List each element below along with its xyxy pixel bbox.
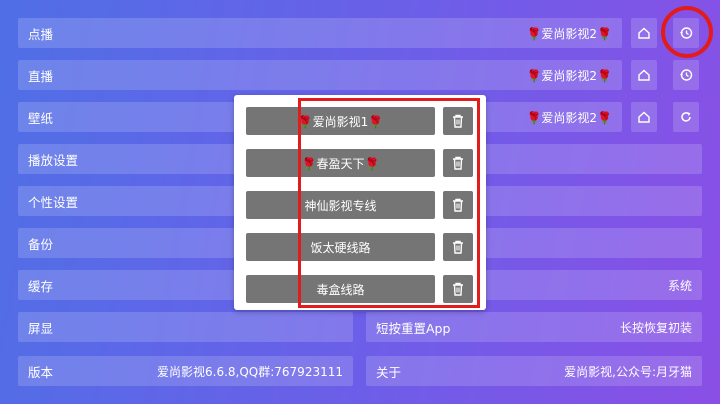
home-button-vod[interactable] bbox=[631, 18, 657, 48]
row-reset[interactable]: 短按重置App 长按恢复初装 bbox=[366, 312, 702, 342]
home-button-live[interactable] bbox=[631, 60, 657, 90]
row-value: 长按恢复初装 bbox=[619, 320, 692, 335]
history-button-live[interactable] bbox=[673, 60, 699, 90]
row-version[interactable]: 版本 爱尚影视6.6.8,QQ群:767923111 bbox=[18, 356, 353, 386]
row-label: 屏显 bbox=[28, 320, 54, 336]
row-about[interactable]: 关于 爱尚影视,公众号:月牙猫 bbox=[366, 356, 702, 386]
row-vod[interactable]: 点播 🌹爱尚影视2🌹 bbox=[18, 18, 622, 48]
home-icon bbox=[638, 111, 650, 123]
row-screen[interactable]: 屏显 bbox=[18, 312, 353, 342]
row-label: 点播 bbox=[28, 26, 54, 42]
annotation-circle bbox=[661, 6, 713, 58]
home-icon bbox=[638, 69, 650, 81]
row-label: 直播 bbox=[28, 68, 54, 84]
row-value: 爱尚影视6.6.8,QQ群:767923111 bbox=[157, 364, 343, 379]
row-label: 版本 bbox=[28, 364, 54, 380]
home-button-wallpaper[interactable] bbox=[631, 102, 657, 132]
row-value: 🌹爱尚影视2🌹 bbox=[526, 26, 612, 41]
refresh-icon bbox=[681, 112, 691, 122]
row-live[interactable]: 直播 🌹爱尚影视2🌹 bbox=[18, 60, 622, 90]
home-icon bbox=[638, 27, 650, 39]
row-value: 爱尚影视,公众号:月牙猫 bbox=[564, 364, 692, 379]
row-label: 关于 bbox=[376, 364, 402, 380]
row-value: 🌹爱尚影视2🌹 bbox=[526, 68, 612, 83]
annotation-box bbox=[298, 98, 480, 308]
row-label: 短按重置App bbox=[376, 320, 451, 336]
row-value: 系统 bbox=[667, 278, 692, 293]
row-value: 🌹爱尚影视2🌹 bbox=[526, 110, 612, 125]
refresh-button-wallpaper[interactable] bbox=[673, 102, 699, 132]
history-icon bbox=[680, 69, 693, 81]
